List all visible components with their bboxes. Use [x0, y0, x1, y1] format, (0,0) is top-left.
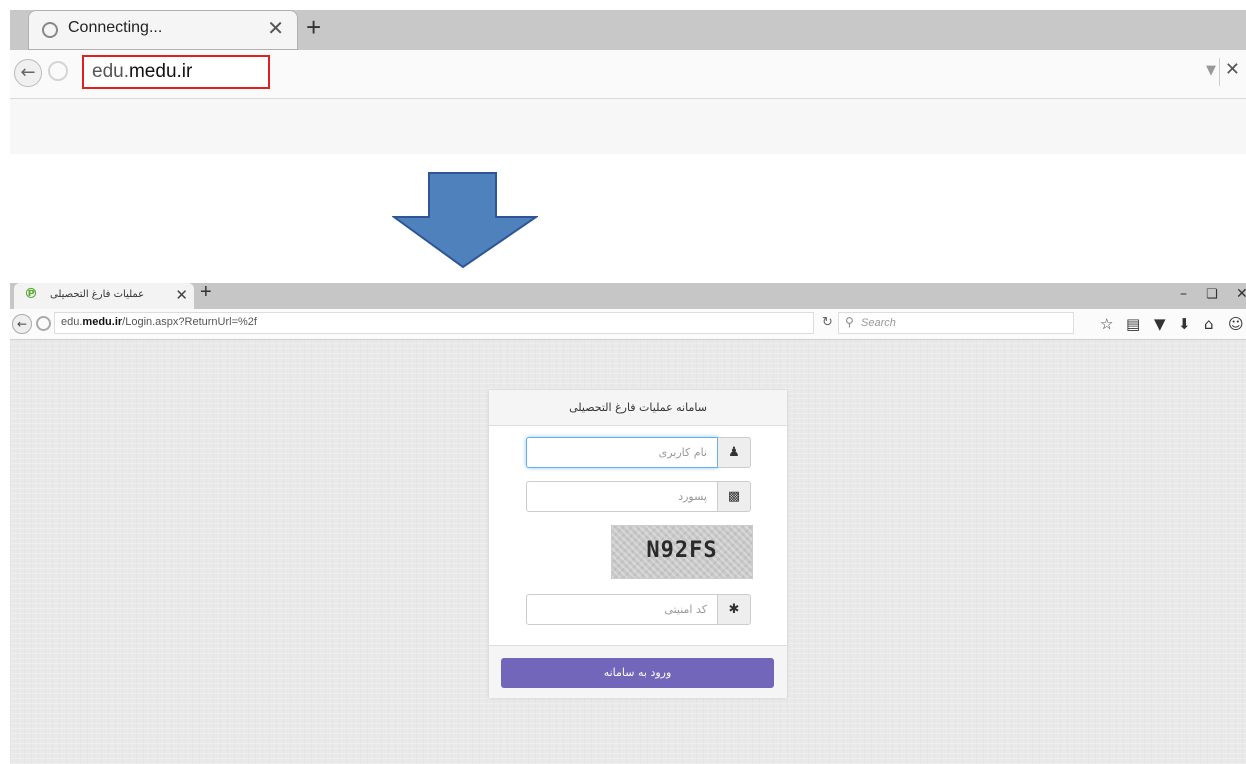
- tab-close-icon[interactable]: ✕: [175, 286, 188, 304]
- globe-icon: [48, 61, 68, 81]
- spinner-icon: [42, 22, 58, 38]
- down-arrow-icon: [392, 172, 538, 268]
- asterisk-icon: ✱: [718, 594, 751, 625]
- separator: [1219, 58, 1220, 86]
- search-input[interactable]: ⚲ Search: [838, 312, 1074, 334]
- bottom-url-field[interactable]: edu.medu.ir/Login.aspx?ReturnUrl=%2f ▼: [54, 312, 846, 334]
- dropdown-icon[interactable]: ▼: [1206, 63, 1216, 78]
- search-icon: ⚲: [845, 315, 854, 329]
- lock-icon: ▩: [718, 481, 751, 512]
- bottom-tab-strip: ℗ عملیات فارغ التحصیلی ✕ + – ❏ ✕: [10, 281, 1246, 309]
- top-url-field[interactable]: edu.medu.ir: [82, 55, 270, 89]
- bottom-url-text: edu.medu.ir/Login.aspx?ReturnUrl=%2f: [61, 316, 257, 328]
- username-input[interactable]: نام کاربری: [526, 437, 718, 468]
- stop-icon[interactable]: ✕: [1225, 59, 1240, 80]
- bottom-browser-window: ℗ عملیات فارغ التحصیلی ✕ + – ❏ ✕ ← edu.m…: [10, 281, 1246, 764]
- login-button[interactable]: ورود به سامانه: [501, 658, 774, 688]
- tab-close-icon[interactable]: ✕: [267, 16, 284, 40]
- url-host-main: medu.ir: [128, 61, 193, 82]
- minimize-button[interactable]: –: [1180, 286, 1187, 302]
- user-icon: ♟: [718, 437, 751, 468]
- search-placeholder: Search: [861, 317, 896, 329]
- login-footer: ورود به سامانه: [489, 645, 787, 698]
- password-placeholder: پسورد: [678, 490, 707, 503]
- new-tab-button[interactable]: +: [306, 12, 321, 43]
- pocket-icon[interactable]: ▼: [1154, 315, 1166, 333]
- security-code-input[interactable]: کد امنیتی: [526, 594, 718, 625]
- security-code-group: کد امنیتی ✱: [526, 594, 751, 625]
- bottom-tab-title: عملیات فارغ التحصیلی: [50, 289, 145, 300]
- reload-icon[interactable]: ↻: [822, 315, 833, 330]
- captcha-text: N92FS: [646, 538, 718, 563]
- top-browser-window: Connecting... ✕ + ← edu.medu.ir ▼ ✕: [10, 10, 1246, 154]
- new-tab-button[interactable]: +: [200, 281, 212, 304]
- download-icon[interactable]: ⬇: [1178, 315, 1191, 333]
- url-host-prefix: edu.: [61, 316, 83, 328]
- bottom-tab[interactable]: ℗ عملیات فارغ التحصیلی ✕: [14, 283, 194, 309]
- home-icon[interactable]: ⌂: [1204, 315, 1214, 333]
- restore-button[interactable]: ❏: [1206, 287, 1218, 302]
- security-code-placeholder: کد امنیتی: [664, 603, 707, 616]
- username-placeholder: نام کاربری: [658, 446, 707, 459]
- site-favicon-icon: ℗: [24, 286, 38, 302]
- back-icon[interactable]: ←: [14, 59, 42, 87]
- password-group: پسورد ▩: [526, 481, 751, 512]
- login-title: سامانه عملیات فارغ التحصیلی: [569, 401, 707, 414]
- url-host-prefix: edu.: [92, 61, 129, 82]
- top-tab[interactable]: Connecting... ✕: [28, 10, 298, 50]
- bookmark-star-icon[interactable]: ☆: [1100, 315, 1113, 333]
- top-tab-title: Connecting...: [68, 19, 163, 36]
- close-window-button[interactable]: ✕: [1236, 286, 1246, 302]
- url-path: /Login.aspx?ReturnUrl=%2f: [122, 316, 257, 328]
- top-nav-bar: ← edu.medu.ir ▼ ✕: [10, 50, 1246, 99]
- globe-icon: [36, 316, 51, 331]
- username-group: نام کاربری ♟: [526, 437, 751, 468]
- password-input[interactable]: پسورد: [526, 481, 718, 512]
- back-icon[interactable]: ←: [12, 314, 32, 334]
- url-host-main: medu.ir: [82, 316, 123, 328]
- top-tab-strip: Connecting... ✕ +: [10, 10, 1246, 50]
- smiley-icon[interactable]: ☺: [1228, 315, 1244, 333]
- bottom-nav-bar: ← edu.medu.ir/Login.aspx?ReturnUrl=%2f ▼…: [10, 309, 1246, 340]
- login-panel: سامانه عملیات فارغ التحصیلی نام کاربری ♟…: [488, 389, 788, 698]
- page-content: سامانه عملیات فارغ التحصیلی نام کاربری ♟…: [10, 340, 1246, 764]
- login-header: سامانه عملیات فارغ التحصیلی: [489, 390, 787, 426]
- captcha-image: N92FS: [611, 525, 753, 579]
- reading-list-icon[interactable]: ▤: [1126, 315, 1140, 333]
